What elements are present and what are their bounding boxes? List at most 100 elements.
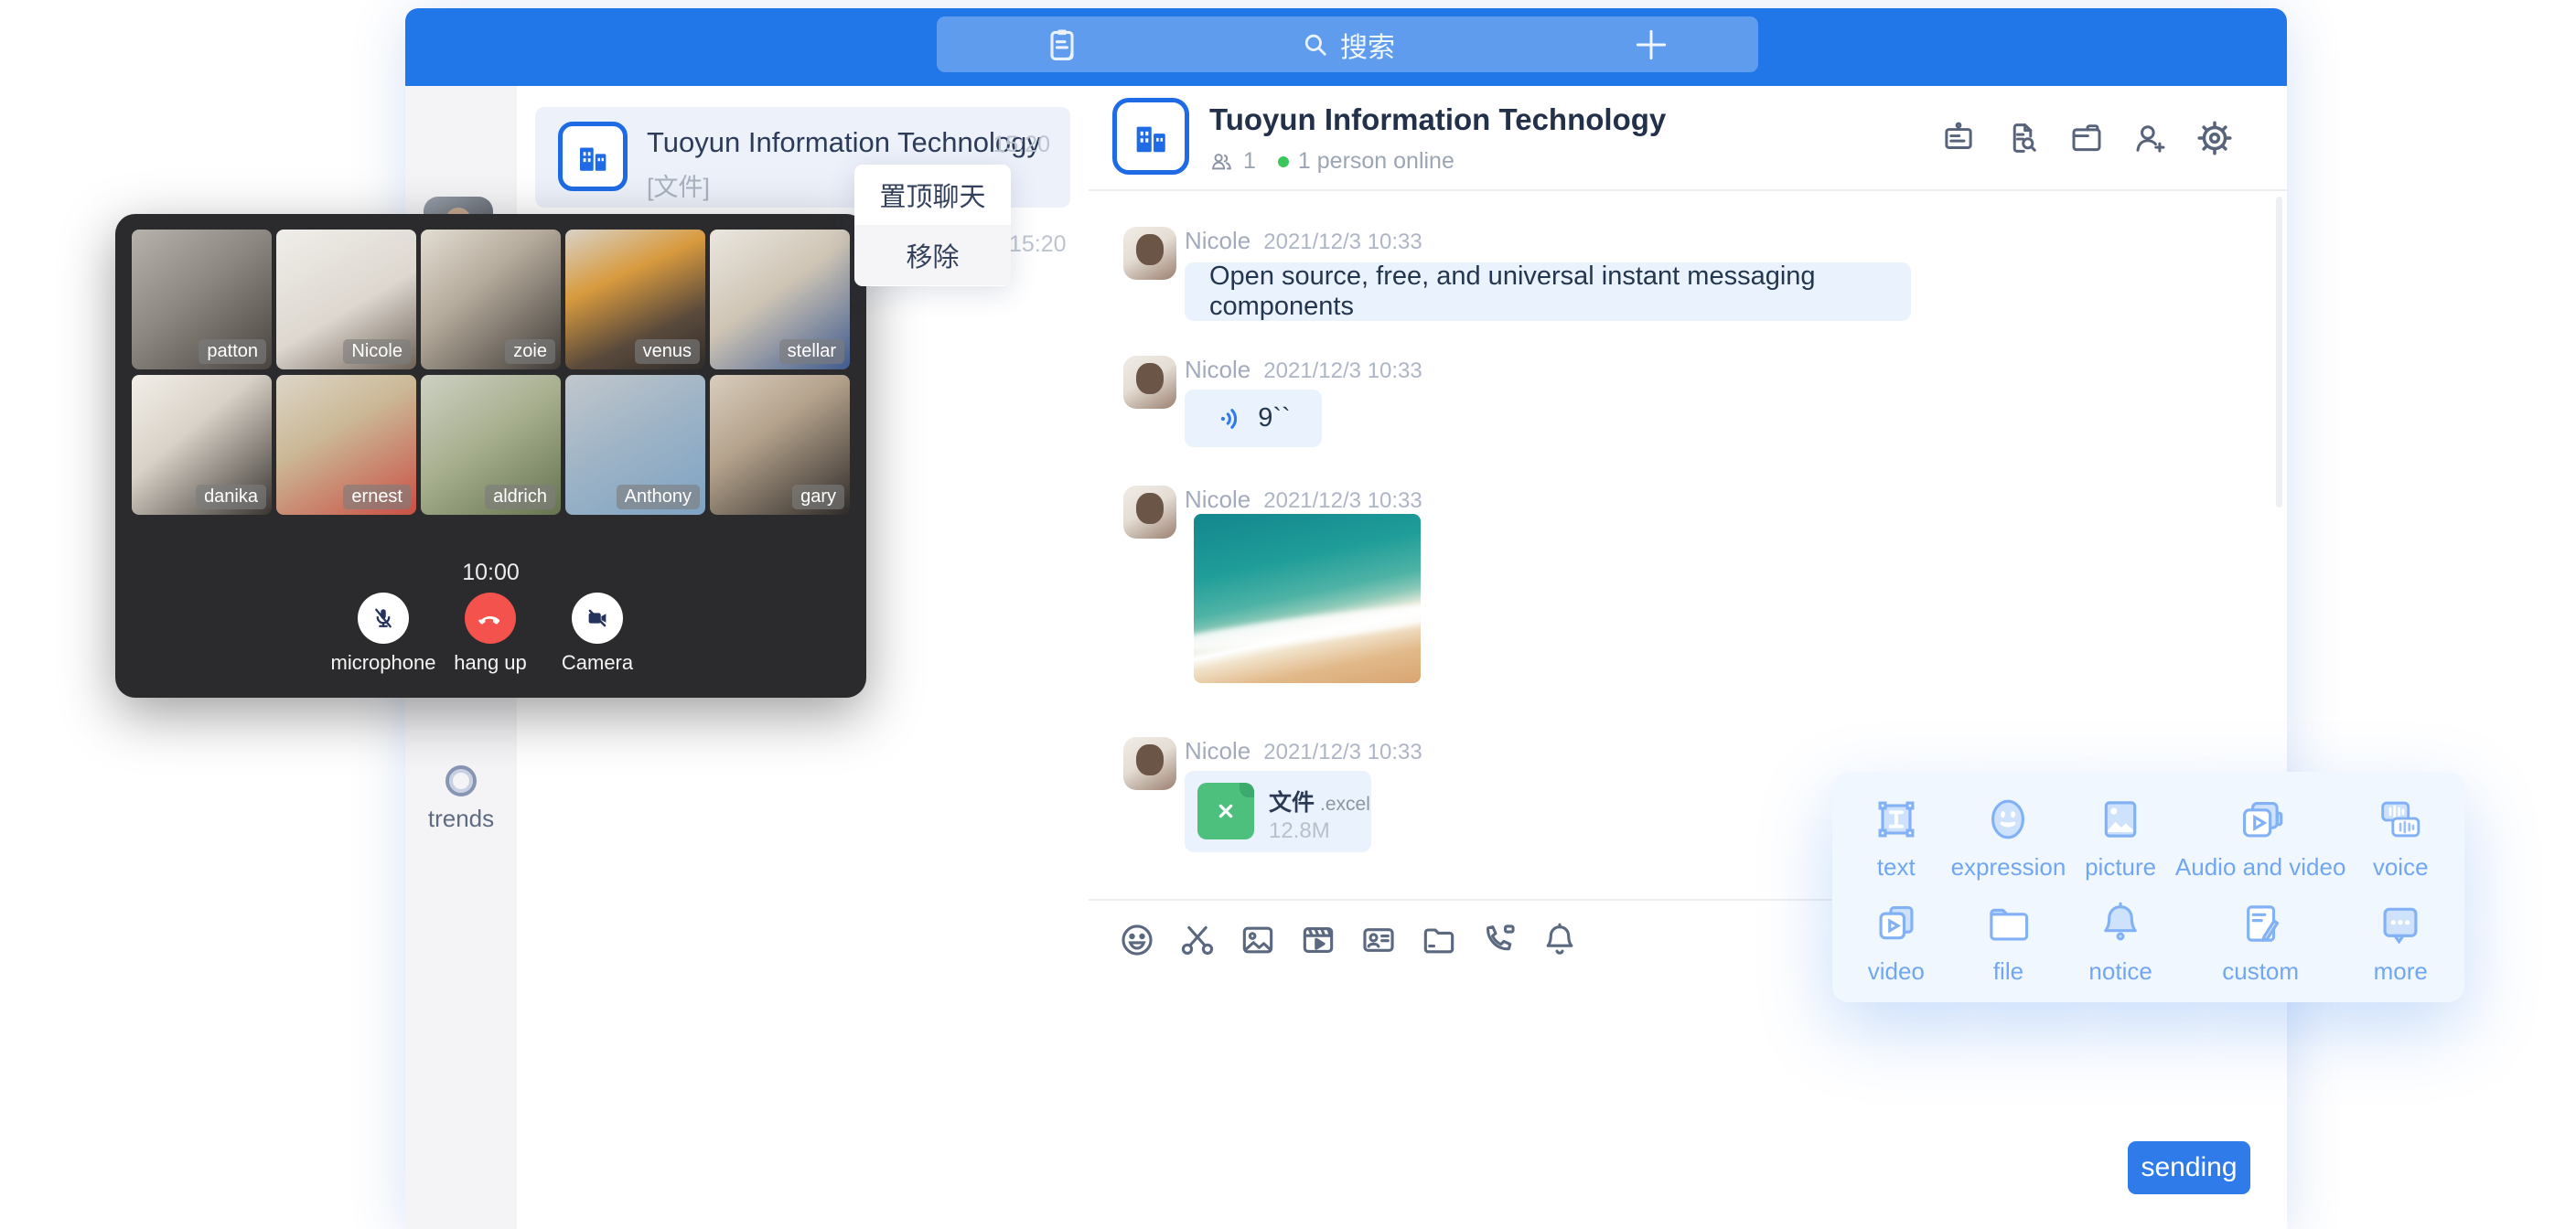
sender-name: Nicole [1185, 486, 1250, 513]
conversation-title: Tuoyun Information Technology [647, 126, 1041, 159]
chat-scrollbar[interactable] [2276, 197, 2282, 508]
sender-name: Nicole [1185, 227, 1250, 254]
message-meta: Nicole 2021/12/3 10:33 [1185, 356, 1422, 384]
action-item-notice[interactable]: notice [2066, 889, 2175, 993]
chat-header: Tuoyun Information Technology 1 1 person… [1089, 86, 2287, 191]
contact-card-icon[interactable] [1358, 920, 1399, 960]
participant-tile[interactable]: danika [132, 375, 272, 515]
call-timer: 10:00 [115, 560, 866, 586]
sender-avatar[interactable] [1123, 356, 1176, 409]
group-file-icon[interactable] [2067, 119, 2106, 157]
conversation-time: 15:20 [993, 132, 1050, 158]
conversation-preview: [文件] [647, 167, 710, 203]
search-bar[interactable]: 搜索 [937, 16, 1758, 72]
file-message-card[interactable]: 文件.excel 12.8M [1185, 771, 1371, 852]
hang-up-icon [476, 604, 505, 633]
image-icon[interactable] [1238, 920, 1278, 960]
participant-grid: patton Nicole zoie venus stellar danika … [132, 230, 850, 515]
send-button[interactable]: sending [2128, 1141, 2250, 1194]
message-meta: Nicole2021/12/3 10:33 [1185, 737, 1422, 765]
participant-tile[interactable]: ernest [276, 375, 416, 515]
action-item-more[interactable]: more [2345, 889, 2455, 993]
sender-avatar[interactable] [1123, 227, 1176, 280]
sender-avatar[interactable] [1123, 737, 1176, 790]
text-message-bubble[interactable]: Open source, free, and universal instant… [1185, 262, 1911, 321]
search-icon [1300, 29, 1331, 60]
nav-item-trends[interactable]: trends [405, 765, 517, 833]
group-avatar [558, 122, 628, 191]
chat-group-avatar[interactable] [1112, 98, 1189, 175]
sender-avatar[interactable] [1123, 486, 1176, 539]
conversation-time-2: 15:20 [1009, 231, 1067, 258]
participant-tile[interactable]: Nicole [276, 230, 416, 369]
screenshot-scissors-icon[interactable] [1177, 920, 1218, 960]
file-name: 文件.excel [1269, 785, 1370, 818]
notice-bell-icon [2094, 897, 2147, 950]
settings-gear-icon[interactable] [2195, 119, 2234, 157]
message-meta: Nicole2021/12/3 10:33 [1185, 486, 1422, 514]
picture-icon [2094, 793, 2147, 846]
notification-bell-icon[interactable] [1540, 920, 1580, 960]
participant-name: Nicole [343, 339, 411, 364]
search-placeholder: 搜索 [1340, 25, 1395, 65]
participant-tile[interactable]: Anthony [565, 375, 705, 515]
add-member-icon[interactable] [2131, 119, 2170, 157]
participant-name: Anthony [617, 485, 700, 509]
participant-name: patton [199, 339, 266, 364]
building-icon [1130, 115, 1172, 157]
search-history-icon[interactable] [2003, 119, 2042, 157]
action-item-file[interactable]: file [1951, 889, 2066, 993]
action-item-voice[interactable]: voice [2345, 785, 2455, 889]
action-item-picture[interactable]: picture [2066, 785, 2175, 889]
file-folder-icon[interactable] [1419, 920, 1459, 960]
chat-title: Tuoyun Information Technology [1209, 102, 1666, 137]
voice-wave-icon [1216, 403, 1247, 434]
message-timestamp: 2021/12/3 10:33 [1263, 230, 1422, 254]
call-phone-icon[interactable] [1479, 920, 1519, 960]
action-item-text[interactable]: text [1841, 785, 1951, 889]
participant-name: aldrich [485, 485, 555, 509]
participant-tile[interactable]: venus [565, 230, 705, 369]
voice-message-bubble[interactable]: 9`` [1185, 390, 1322, 447]
hang-up-button[interactable] [465, 593, 516, 644]
sender-name: Nicole [1185, 356, 1250, 383]
online-status: 1 person online [1298, 148, 1454, 175]
participant-name: stellar [779, 339, 844, 364]
message-timestamp: 2021/12/3 10:33 [1263, 358, 1422, 383]
microphone-toggle-button[interactable] [358, 593, 409, 644]
camera-toggle-button[interactable] [572, 593, 623, 644]
expression-icon [1981, 793, 2034, 846]
more-icon [2374, 897, 2427, 950]
conversation-context-menu: 置顶聊天 移除 [854, 165, 1011, 286]
action-item-audio-video[interactable]: Audio and video [2175, 785, 2345, 889]
member-count: 1 [1243, 148, 1256, 175]
menu-item-remove[interactable]: 移除 [854, 225, 1011, 285]
participant-tile[interactable]: gary [710, 375, 850, 515]
image-message-beach[interactable] [1194, 514, 1421, 683]
message-type-panel: text expression picture [1832, 772, 2464, 1002]
participant-tile[interactable]: aldrich [421, 375, 561, 515]
action-item-custom[interactable]: custom [2175, 889, 2345, 993]
chat-meta: 1 1 person online [1209, 148, 1454, 175]
participant-tile[interactable]: zoie [421, 230, 561, 369]
message-meta: Nicole 2021/12/3 10:33 [1185, 227, 1422, 255]
action-item-video[interactable]: video [1841, 889, 1951, 993]
participant-name: ernest [343, 485, 411, 509]
message-timestamp: 2021/12/3 10:33 [1263, 740, 1422, 764]
online-dot [1278, 156, 1289, 167]
trends-icon [445, 765, 477, 796]
camera-label: Camera [515, 651, 680, 675]
participant-tile[interactable]: stellar [710, 230, 850, 369]
group-notice-icon[interactable] [1939, 119, 1978, 157]
action-item-expression[interactable]: expression [1951, 785, 2066, 889]
emoji-icon[interactable] [1117, 920, 1157, 960]
participant-tile[interactable]: patton [132, 230, 272, 369]
menu-item-pin-chat[interactable]: 置顶聊天 [854, 165, 1011, 225]
video-icon [1870, 897, 1923, 950]
video-clapper-icon[interactable] [1298, 920, 1338, 960]
chat-area: Tuoyun Information Technology 1 1 person… [1089, 86, 2287, 1229]
file-icon [1981, 897, 2034, 950]
message-text: Open source, free, and universal instant… [1209, 262, 1886, 322]
add-button[interactable] [1631, 25, 1671, 65]
camera-muted-icon [584, 604, 611, 632]
